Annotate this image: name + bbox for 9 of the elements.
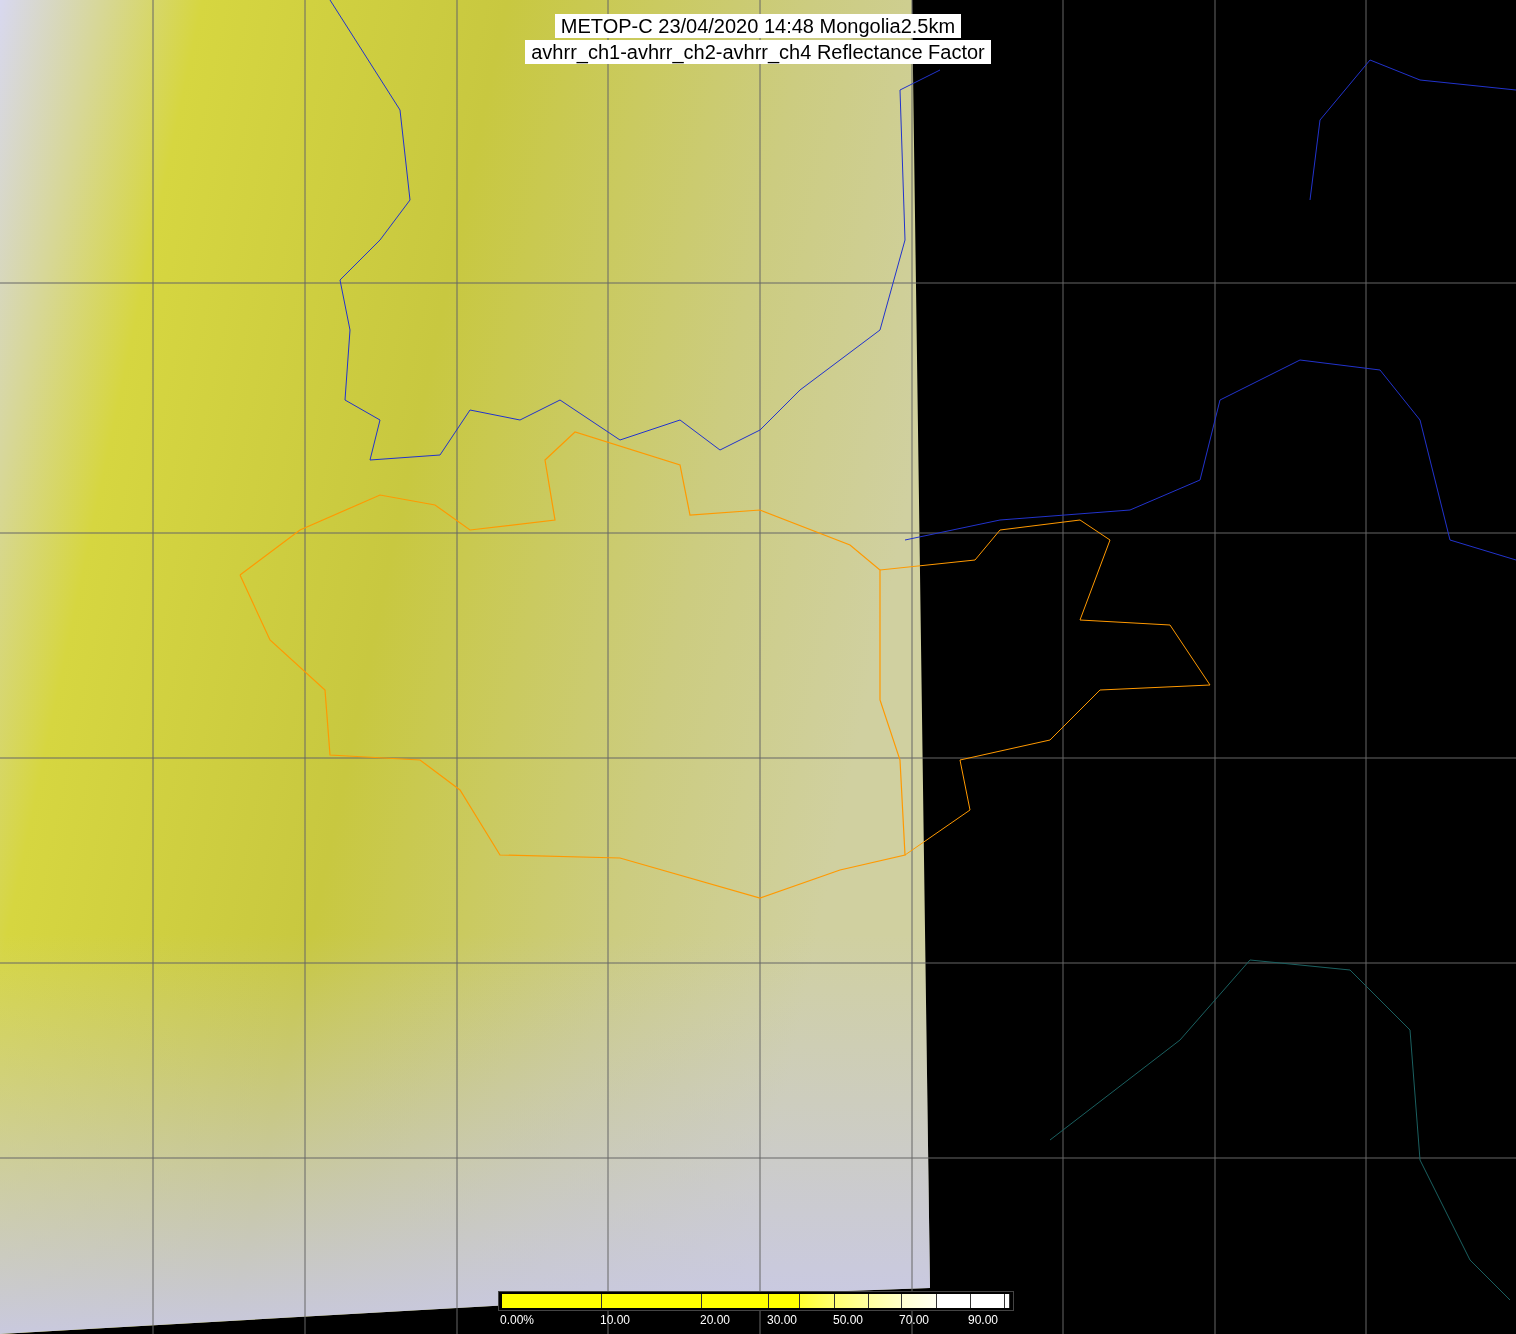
map-title: METOP-C 23/04/2020 14:48 Mongolia2.5km xyxy=(554,14,962,38)
map-title: avhrr_ch1-avhrr_ch2-avhrr_ch4 Reflectance Factor xyxy=(525,40,991,64)
scale-label: 20.00 xyxy=(700,1313,731,1327)
scale-label: 50.00 xyxy=(833,1313,864,1327)
scale-label: 0.00% xyxy=(500,1313,535,1327)
scale-label: 90.00 xyxy=(968,1313,999,1327)
scale-label: 30.00 xyxy=(767,1313,798,1327)
scale-label: 10.00 xyxy=(600,1313,631,1327)
scale-label: 70.00 xyxy=(899,1313,930,1327)
